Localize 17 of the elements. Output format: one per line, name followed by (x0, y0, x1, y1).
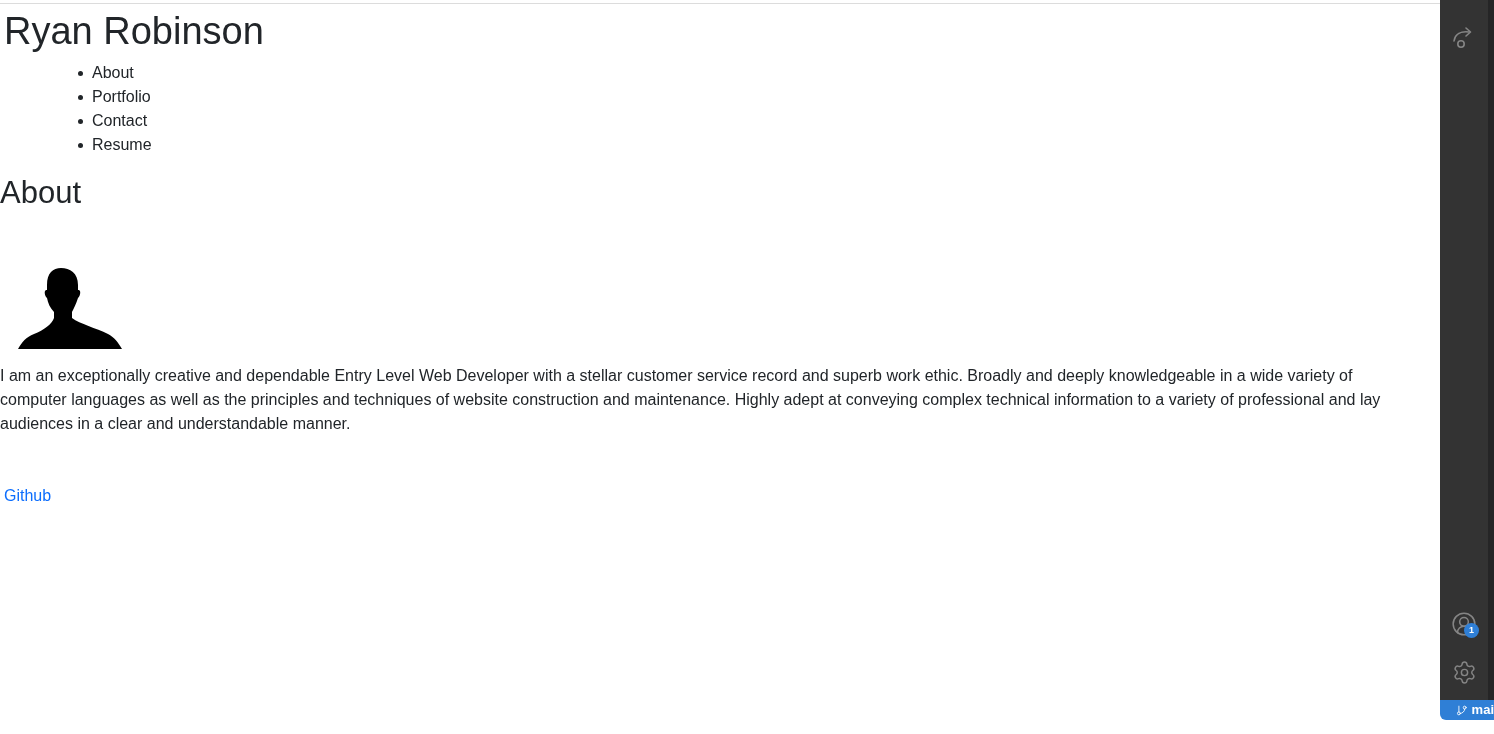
github-link[interactable]: Github (4, 484, 52, 508)
notification-badge: 1 (1464, 623, 1479, 638)
bullet-icon (78, 70, 83, 76)
branch-name[interactable]: mai (1471, 700, 1494, 720)
branch-icon[interactable] (1456, 703, 1468, 717)
settings-icon[interactable] (1451, 659, 1477, 685)
bullet-icon (78, 142, 83, 148)
section-heading: About (0, 174, 81, 212)
account-icon[interactable] (1451, 611, 1477, 637)
bio-paragraph: I am an exceptionally creative and dependable Entry Level Web Developer with a stellar customer service record and superb work ethic. Broadly and deeply knowledgeable in a wide variety of computer languages as well as the principles and techniques of website construction and maintenance. Highly adept at conveying complex technical information to a variety of professional and lay audiences in a clear and understandable manner. (0, 366, 1382, 434)
bullet-icon (78, 94, 83, 100)
bullet-icon (78, 118, 83, 124)
page-title: Ryan Robinson (4, 9, 264, 54)
nav-item[interactable]: Portfolio (92, 85, 151, 109)
nav-item[interactable]: Contact (92, 109, 148, 133)
nav-item[interactable]: Resume (92, 133, 152, 157)
nav-item[interactable]: About (92, 61, 134, 85)
